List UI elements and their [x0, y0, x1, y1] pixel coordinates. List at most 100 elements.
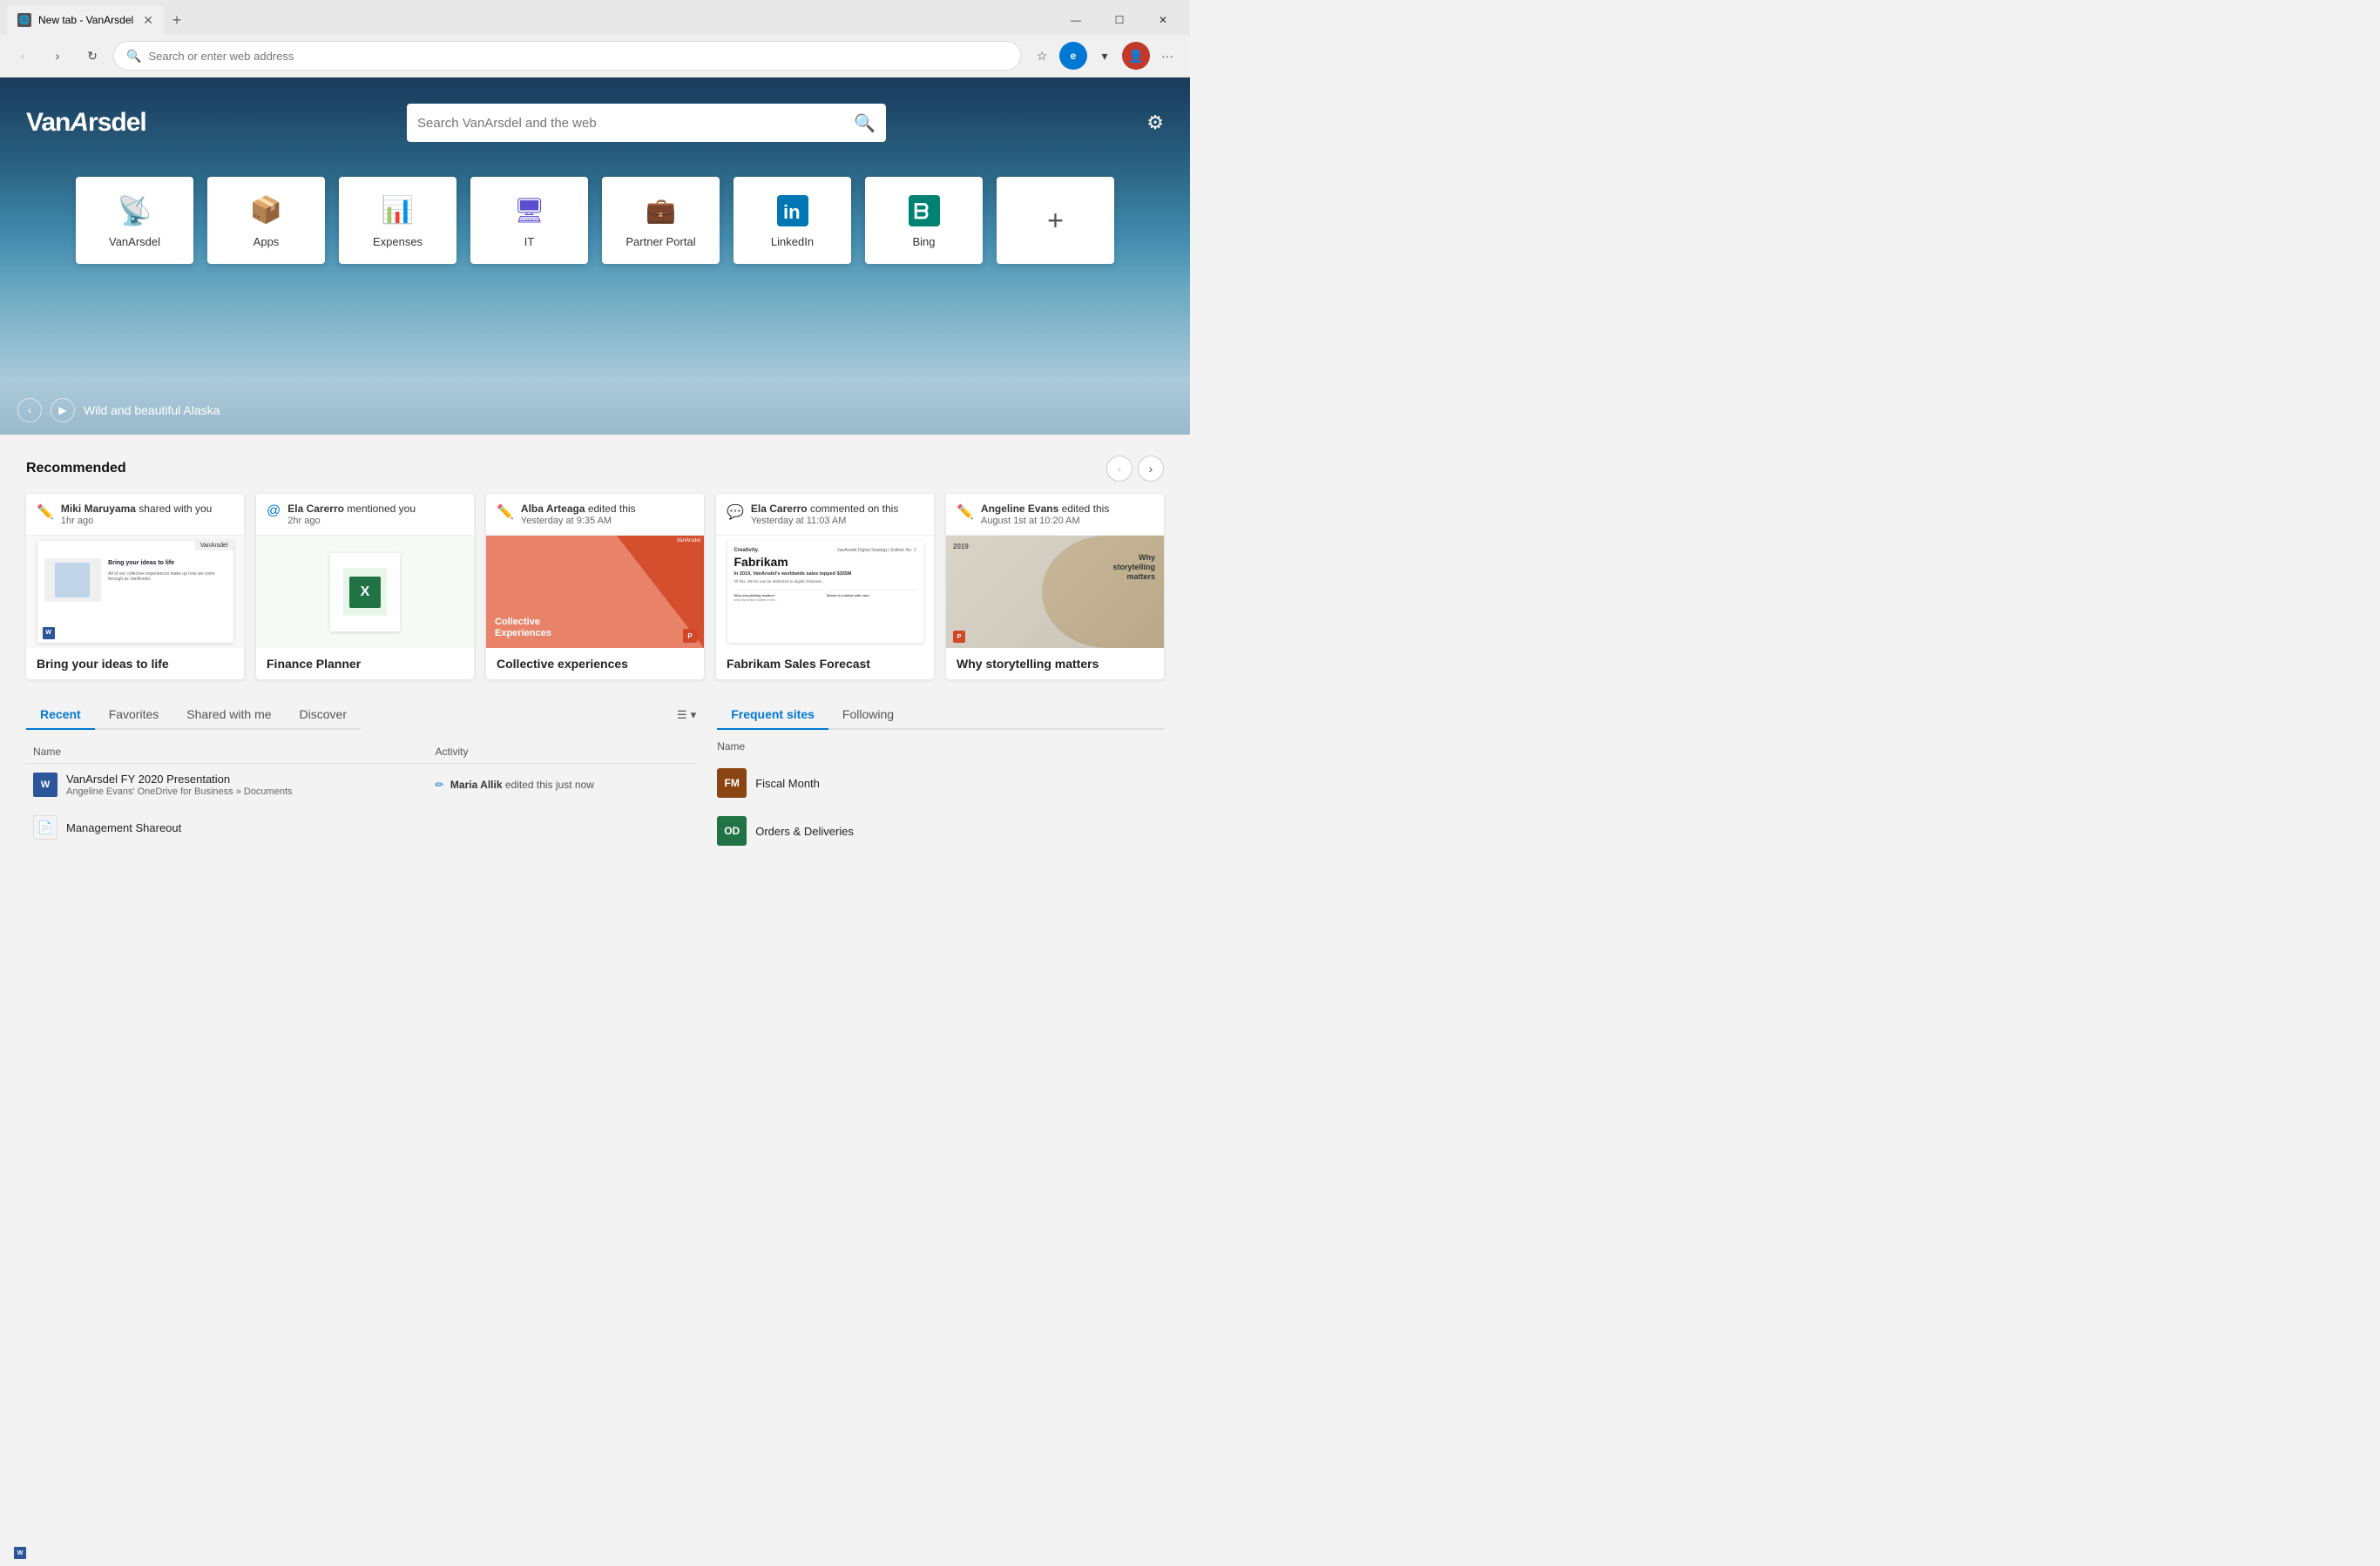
- card-title: Fabrikam Sales Forecast: [716, 648, 934, 679]
- partner-portal-label: Partner Portal: [625, 235, 695, 248]
- hero-section: VanArsdel 🔍 ⚙ 📡 VanArsdel 📦 Apps 📊 Expen…: [0, 78, 1190, 435]
- activity-pencil-icon: ✏: [436, 779, 444, 791]
- quick-link-apps[interactable]: 📦 Apps: [207, 177, 325, 264]
- active-tab[interactable]: 🌐 New tab - VanArsdel ✕: [7, 5, 164, 35]
- fiscal-month-name: Fiscal Month: [755, 777, 820, 790]
- card-time: August 1st at 10:20 AM: [981, 516, 1153, 526]
- quick-link-vanarsdel[interactable]: 📡 VanArsdel: [76, 177, 193, 264]
- quick-link-partner-portal[interactable]: 💼 Partner Portal: [602, 177, 720, 264]
- linkedin-label: LinkedIn: [771, 235, 814, 248]
- tab-recent[interactable]: Recent: [26, 700, 95, 730]
- files-section: Recent Favorites Shared with me Discover…: [26, 700, 696, 855]
- edge-button[interactable]: e: [1059, 42, 1087, 70]
- caption-prev-button[interactable]: ‹: [17, 398, 42, 422]
- site-item-orders-deliveries[interactable]: OD Orders & Deliveries: [717, 807, 1164, 855]
- maximize-button[interactable]: ☐: [1099, 5, 1139, 35]
- card-header: ✏️ Angeline Evans edited this August 1st…: [946, 494, 1164, 535]
- hero-search-bar[interactable]: 🔍: [407, 104, 886, 142]
- word-icon: W: [33, 773, 57, 797]
- quick-link-it[interactable]: 🖥 IT: [470, 177, 588, 264]
- recommended-prev-arrow[interactable]: ‹: [1106, 456, 1133, 482]
- rec-card-finance-planner[interactable]: @ Ela Carerro mentioned you 2hr ago X: [256, 494, 474, 679]
- hero-search-input[interactable]: [417, 116, 847, 131]
- filter-lines-icon: ☰: [677, 708, 687, 722]
- file-row-vanarsdel[interactable]: W VanArsdel FY 2020 Presentation Angelin…: [26, 764, 696, 807]
- card-meta: Angeline Evans edited this August 1st at…: [981, 503, 1153, 526]
- refresh-button[interactable]: ↻: [78, 42, 106, 70]
- files-table: Name Activity W VanArsdel FY 2020 Presen…: [26, 740, 696, 849]
- caption-text: Wild and beautiful Alaska: [84, 403, 220, 417]
- file-info: Management Shareout: [66, 821, 181, 834]
- expenses-label: Expenses: [373, 235, 423, 248]
- minimize-button[interactable]: —: [1056, 5, 1096, 35]
- apps-label: Apps: [254, 235, 280, 248]
- card-header: 💬 Ela Carerro commented on this Yesterda…: [716, 494, 934, 535]
- tab-label: New tab - VanArsdel: [38, 14, 133, 26]
- file-row-management[interactable]: 📄 Management Shareout: [26, 807, 696, 849]
- hero-header: VanArsdel 🔍 ⚙: [0, 104, 1190, 142]
- close-button[interactable]: ✕: [1143, 5, 1183, 35]
- recommended-cards: ✏️ Miki Maruyama shared with you 1hr ago…: [26, 494, 1164, 679]
- orders-deliveries-avatar: OD: [717, 816, 747, 846]
- hero-search-icon[interactable]: 🔍: [854, 112, 876, 134]
- caption-play-button[interactable]: ▶: [51, 398, 75, 422]
- tab-favicon: 🌐: [17, 13, 31, 27]
- tab-bar: 🌐 New tab - VanArsdel ✕ + — ☐ ✕: [0, 0, 1190, 35]
- quick-link-add[interactable]: +: [997, 177, 1114, 264]
- address-input[interactable]: [148, 50, 1008, 63]
- recommended-section: Recommended ‹ › ✏️ Miki Maruyama shared …: [26, 456, 1164, 679]
- tab-discover[interactable]: Discover: [286, 700, 361, 730]
- hero-content: VanArsdel 🔍 ⚙ 📡 VanArsdel 📦 Apps 📊 Expen…: [0, 78, 1190, 264]
- tab-shared-with-me[interactable]: Shared with me: [172, 700, 285, 730]
- card-title: Bring your ideas to life: [26, 648, 244, 679]
- forward-button[interactable]: ›: [44, 42, 71, 70]
- file-name: VanArsdel FY 2020 Presentation: [66, 773, 293, 786]
- vanarsdel-label: VanArsdel: [109, 235, 160, 248]
- files-tab-nav: Recent Favorites Shared with me Discover: [26, 700, 361, 730]
- sites-tab-nav: Frequent sites Following: [717, 700, 1164, 730]
- card-author: Miki Maruyama shared with you: [61, 503, 233, 515]
- browser-chrome: 🌐 New tab - VanArsdel ✕ + — ☐ ✕ ‹ › ↻ 🔍 …: [0, 0, 1190, 78]
- tab-following[interactable]: Following: [828, 700, 908, 730]
- name-column-header: Name: [26, 740, 429, 764]
- svg-text:ᗷ: ᗷ: [914, 200, 929, 224]
- linkedin-icon: in: [775, 193, 810, 228]
- card-meta: Alba Arteaga edited this Yesterday at 9:…: [521, 503, 693, 526]
- new-tab-button[interactable]: +: [164, 7, 190, 33]
- card-header: @ Ela Carerro mentioned you 2hr ago: [256, 494, 474, 535]
- tab-frequent-sites[interactable]: Frequent sites: [717, 700, 828, 730]
- brand-logo: VanArsdel: [26, 108, 146, 138]
- rec-card-storytelling[interactable]: ✏️ Angeline Evans edited this August 1st…: [946, 494, 1164, 679]
- card-preview: VanArsdel Bring your ideas to life All o…: [26, 535, 244, 648]
- rec-card-fabrikam[interactable]: 💬 Ela Carerro commented on this Yesterda…: [716, 494, 934, 679]
- more-options-button[interactable]: ···: [1153, 42, 1181, 70]
- recommended-next-arrow[interactable]: ›: [1138, 456, 1164, 482]
- quick-link-expenses[interactable]: 📊 Expenses: [339, 177, 456, 264]
- user-profile-button[interactable]: 👤: [1122, 42, 1150, 70]
- favorites-star-button[interactable]: ☆: [1028, 42, 1056, 70]
- profile-dropdown-button[interactable]: ▾: [1091, 42, 1119, 70]
- tab-favorites[interactable]: Favorites: [95, 700, 173, 730]
- mention-icon: @: [267, 503, 281, 519]
- vanarsdel-icon: 📡: [118, 193, 152, 228]
- quick-link-bing[interactable]: ᗷ Bing: [865, 177, 983, 264]
- back-button[interactable]: ‹: [9, 42, 37, 70]
- quick-links-bar: 📡 VanArsdel 📦 Apps 📊 Expenses 🖥 IT 💼 Par…: [76, 177, 1114, 264]
- edit3-icon: ✏️: [957, 503, 974, 521]
- doc-preview: VanArsdel Bring your ideas to life All o…: [26, 536, 244, 648]
- rec-card-collective-experiences[interactable]: ✏️ Alba Arteaga edited this Yesterday at…: [486, 494, 704, 679]
- card-header: ✏️ Alba Arteaga edited this Yesterday at…: [486, 494, 704, 535]
- card-meta: Ela Carerro commented on this Yesterday …: [751, 503, 923, 526]
- add-link-icon: +: [1038, 203, 1073, 238]
- quick-link-linkedin[interactable]: in LinkedIn: [734, 177, 851, 264]
- edit-icon: ✏️: [37, 503, 54, 521]
- window-controls: — ☐ ✕: [1056, 5, 1183, 35]
- rec-card-bring-your-ideas[interactable]: ✏️ Miki Maruyama shared with you 1hr ago…: [26, 494, 244, 679]
- main-content: Recommended ‹ › ✏️ Miki Maruyama shared …: [0, 435, 1190, 876]
- view-filter-button[interactable]: ☰ ▾: [677, 708, 696, 722]
- settings-gear-button[interactable]: ⚙: [1146, 111, 1164, 134]
- tab-close-button[interactable]: ✕: [143, 13, 153, 28]
- address-input-wrap[interactable]: 🔍: [113, 41, 1021, 71]
- site-item-fiscal-month[interactable]: FM Fiscal Month: [717, 759, 1164, 807]
- card-title: Collective experiences: [486, 648, 704, 679]
